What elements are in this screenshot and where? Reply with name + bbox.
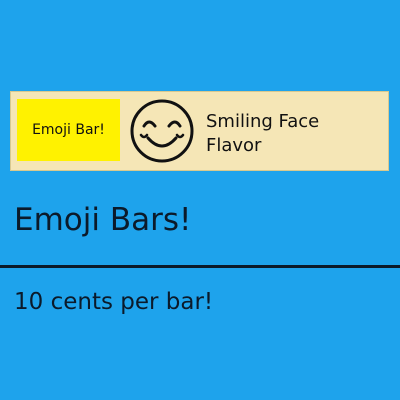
page-title: Emoji Bars!	[14, 202, 192, 238]
flavor-line-1: Smiling Face	[206, 111, 320, 132]
product-label: Emoji Bar!	[17, 99, 120, 161]
product-label-text: Emoji Bar!	[32, 122, 105, 138]
ad-canvas: Emoji Bar! Smiling Face Flavor Emoji Bar…	[0, 0, 400, 400]
price-text: 10 cents per bar!	[14, 289, 214, 315]
flavor-line-2: Flavor	[206, 135, 262, 156]
product-card: Emoji Bar! Smiling Face Flavor	[10, 91, 389, 171]
flavor-text: Smiling Face Flavor	[206, 110, 384, 158]
smiling-face-icon	[130, 99, 194, 163]
divider	[0, 265, 400, 268]
